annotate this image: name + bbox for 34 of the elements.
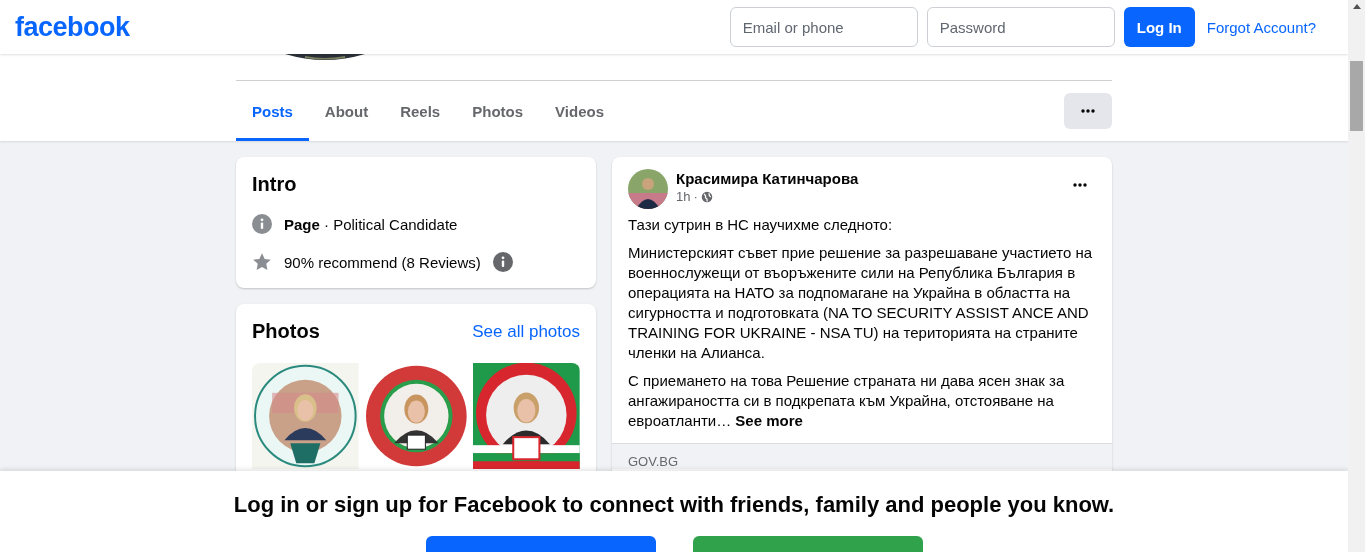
profile-tab[interactable]: Reels	[384, 81, 457, 141]
see-all-photos-link[interactable]: See all photos	[472, 321, 580, 342]
post-time[interactable]: 1h	[676, 189, 691, 204]
facebook-logo[interactable]: facebook	[15, 11, 130, 43]
author-name[interactable]: Красимира Катинчарова	[676, 170, 859, 187]
separator-dot: ·	[693, 189, 698, 204]
link-preview[interactable]: GOV.BG	[612, 443, 1112, 469]
link-domain: GOV.BG	[628, 454, 679, 469]
profile-tab[interactable]: Videos	[539, 81, 620, 141]
card-title: Photos	[252, 320, 320, 343]
password-field[interactable]: Password	[926, 7, 1115, 47]
forgot-account-link[interactable]: Forgot Account?	[1206, 18, 1316, 36]
post-text: С приемането на това Решение страната ни дава ясен знак за ангажираността си в подкрепата към Украйна, отстояване на евроатланти… See more	[628, 371, 1066, 431]
card-title: Intro	[252, 173, 298, 196]
intro-text: Page · Political Candidate	[284, 215, 458, 233]
info-icon	[252, 214, 272, 234]
post-text: Тази сутрин в НС научихме следното:	[628, 215, 894, 235]
more-icon	[1081, 109, 1095, 113]
profile-tab[interactable]: Photos	[456, 81, 540, 141]
globe-icon	[700, 190, 713, 203]
see-more-link[interactable]: See more	[735, 412, 803, 429]
intro-text: 90% recommend (8 Reviews)	[284, 253, 481, 271]
post-text: Министерският съвет прие решение за разрешаване участието на военнослужещи от въоръжените сили на Република България в операцията на НАТО за подпомагане на Украйна в областта на сигурността и подготовката (NA TO SECURITY ASSIST ANCE AND TRAINING FOR UKRAINE - NSA TU) на територията на страните членки на Алианса.	[628, 243, 1094, 363]
login-button[interactable]: Log In	[1123, 7, 1195, 47]
more-icon	[1073, 183, 1087, 187]
info-icon	[492, 252, 513, 272]
profile-tab[interactable]: About	[308, 81, 385, 141]
star-icon	[252, 252, 272, 272]
scroll-up-icon[interactable]	[1352, 4, 1361, 9]
email-field[interactable]: Email or phone	[729, 7, 918, 47]
more-button[interactable]	[1064, 93, 1112, 129]
profile-tab[interactable]: Posts	[236, 81, 309, 141]
scrollbar-thumb[interactable]	[1350, 61, 1363, 131]
banner-text: Log in or sign up for Facebook to connect with friends, family and people you know.	[233, 492, 1115, 518]
